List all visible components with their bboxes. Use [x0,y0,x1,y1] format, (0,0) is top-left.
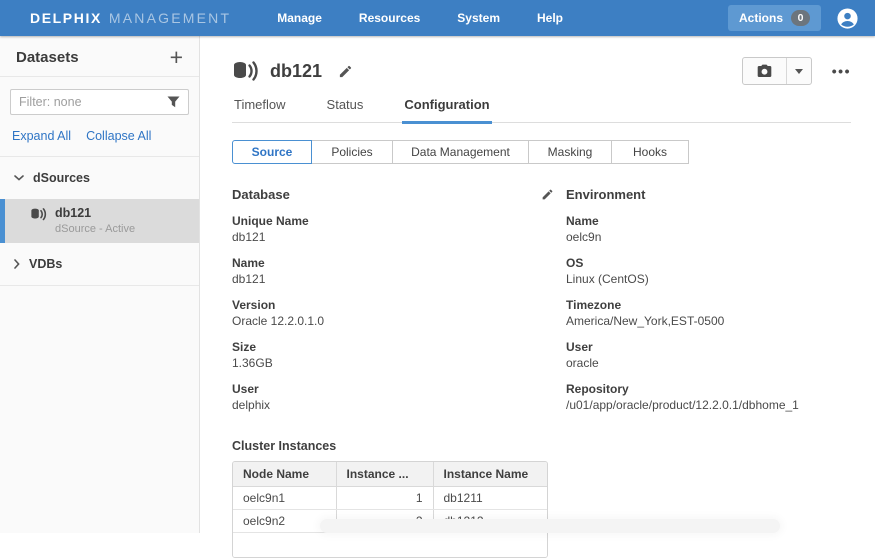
tree-item-status: dSource - Active [55,223,135,235]
tab-timeflow[interactable]: Timeflow [232,97,288,122]
field-size: Size 1.36GB [232,339,554,371]
database-heading: Database [232,187,290,202]
snapshot-caret-button[interactable] [787,58,811,84]
table-header-row: Node Name Instance ... Instance Name [233,462,547,487]
tab-bar: Timeflow Status Configuration [232,97,851,123]
cluster-instances-heading: Cluster Instances [232,439,851,453]
column-node-name[interactable]: Node Name [233,462,336,487]
sidebar-header: Datasets + [0,36,199,77]
chevron-right-icon [14,259,20,269]
chevron-down-icon [14,175,24,181]
database-section: Database Unique Name db121 Name db121 Ve… [232,186,554,413]
subtab-data-management[interactable]: Data Management [392,140,529,164]
snapshot-camera-button[interactable] [743,58,787,84]
main-content: db121 ••• Timeflow Status Configurat [200,36,875,533]
field-db-name: Name db121 [232,255,554,287]
tab-configuration[interactable]: Configuration [402,97,491,122]
snapshot-split-button [742,57,812,85]
horizontal-scrollbar[interactable] [320,519,780,533]
subtab-hooks[interactable]: Hooks [611,140,689,164]
datasets-sidebar: Datasets + Expand All Collapse All dSour… [0,36,200,533]
sidebar-title: Datasets [16,49,79,66]
configuration-subtabs: Source Policies Data Management Masking … [232,140,689,164]
source-panels: Database Unique Name db121 Name db121 Ve… [232,186,851,413]
tree-group-dsources[interactable]: dSources [0,157,199,199]
environment-section: Environment Name oelc9n OS Linux (CentOS… [566,186,851,413]
field-env-name: Name oelc9n [566,213,851,245]
field-repository: Repository /u01/app/oracle/product/12.2.… [566,381,851,413]
table-row[interactable]: oelc9n1 1 db1211 [233,487,547,510]
dsource-database-icon-large [232,61,259,82]
brand-logo: DELPHIX MANAGEMENT [30,10,231,26]
field-os: OS Linux (CentOS) [566,255,851,287]
caret-down-icon [795,69,803,74]
subtab-masking[interactable]: Masking [528,140,612,164]
tree-group-vdbs-label: VDBs [29,257,62,271]
field-unique-name: Unique Name db121 [232,213,554,245]
dataset-header: db121 ••• [232,56,851,86]
dsource-database-icon [30,208,47,221]
actions-button-label: Actions [739,11,783,25]
tree-item-name: db121 [55,206,135,220]
camera-icon [756,64,773,79]
actions-count-badge: 0 [791,10,810,26]
environment-heading: Environment [566,187,645,202]
overflow-menu-icon[interactable]: ••• [832,63,851,79]
filter-input[interactable] [19,95,167,109]
subtab-source[interactable]: Source [232,140,312,164]
page-title: db121 [270,61,322,82]
field-db-user: User delphix [232,381,554,413]
navbar-right: Actions 0 [728,5,859,31]
add-dataset-icon[interactable]: + [170,48,183,66]
cluster-instances-section: Cluster Instances Node Name Instance ...… [232,439,851,558]
brand-management: MANAGEMENT [109,10,231,26]
header-actions: ••• [742,57,851,85]
top-menu: Manage Resources System Help [277,11,563,25]
tree-group-vdbs[interactable]: VDBs [0,243,199,285]
tree-item-db121[interactable]: db121 dSource - Active [0,199,199,243]
cluster-instances-table: Node Name Instance ... Instance Name oel… [232,461,548,558]
menu-item-resources[interactable]: Resources [359,11,420,25]
table-empty-area [233,533,547,557]
filter-box [10,89,189,115]
brand-delphix: DELPHIX [30,10,102,26]
tab-status[interactable]: Status [325,97,366,122]
field-env-user: User oracle [566,339,851,371]
tree-controls: Expand All Collapse All [0,115,199,157]
filter-funnel-icon[interactable] [167,96,180,108]
subtab-policies[interactable]: Policies [311,140,393,164]
field-version: Version Oracle 12.2.0.1.0 [232,297,554,329]
tree-group-dsources-label: dSources [33,171,90,185]
user-avatar-icon[interactable] [836,7,859,30]
collapse-all-link[interactable]: Collapse All [86,129,151,143]
edit-database-pencil-icon[interactable] [541,188,554,201]
expand-all-link[interactable]: Expand All [12,129,71,143]
top-navbar: DELPHIX MANAGEMENT Manage Resources Syst… [0,0,875,36]
column-instance-name[interactable]: Instance Name [433,462,547,487]
column-instance-number[interactable]: Instance ... [336,462,433,487]
field-timezone: Timezone America/New_York,EST-0500 [566,297,851,329]
tree-divider [0,285,199,286]
menu-item-system[interactable]: System [457,11,500,25]
menu-item-help[interactable]: Help [537,11,563,25]
edit-name-pencil-icon[interactable] [338,64,353,79]
menu-item-manage[interactable]: Manage [277,11,322,25]
actions-button[interactable]: Actions 0 [728,5,821,31]
